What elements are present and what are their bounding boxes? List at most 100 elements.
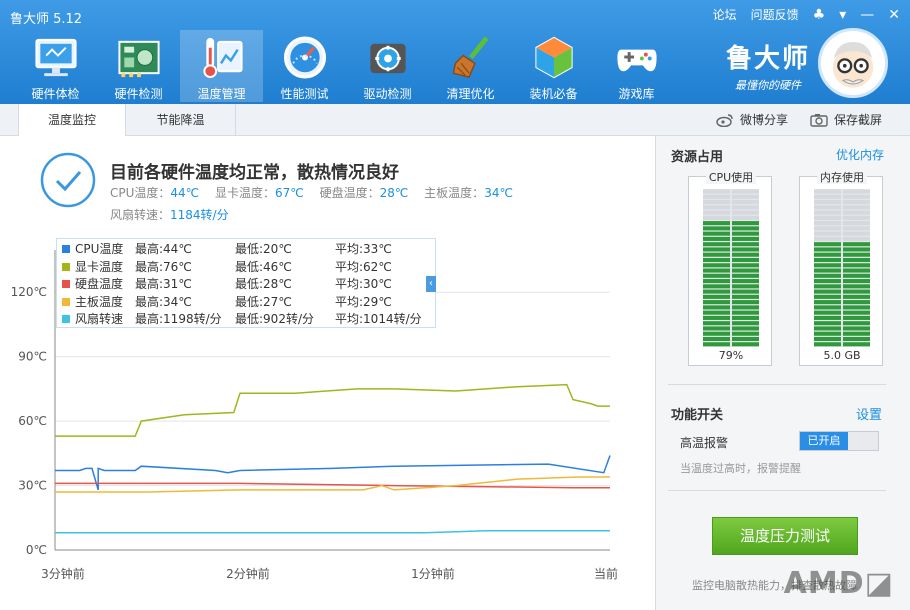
temp-monitor-panel: 目前各硬件温度均正常，散热情况良好 CPU温度：44℃ 显卡温度：67℃ 硬盘温… [0,136,655,610]
meter-segment [814,268,841,273]
legend-collapse-button[interactable]: ‹ [426,276,436,292]
forum-link[interactable]: 论坛 [713,6,737,23]
meter-segment [732,257,759,263]
close-icon[interactable]: ✕ [888,7,900,23]
meter-segment [703,226,730,231]
meter-segment [732,284,759,289]
functions-settings-link[interactable]: 设置 [856,404,882,423]
toolbar-label: 清理优化 [446,87,495,101]
toolbar-hw-check[interactable]: 硬件体检 [14,30,97,102]
toolbar-temp-manage[interactable]: 温度管理 [180,30,263,102]
toolbar-hw-detect[interactable]: 硬件检测 [97,30,180,102]
toolbar-label: 游戏库 [618,87,655,101]
legend-avg: 平均:62℃ [335,259,392,274]
meter-segment [843,305,870,310]
meter-segment [703,336,730,342]
meter-segment [703,221,730,226]
camera-icon [810,114,828,127]
meter-segment [814,279,841,284]
alarm-state-label: 已开启 [800,432,848,450]
menu-dropdown-icon[interactable]: ▾ [839,7,846,23]
high-temp-alarm-toggle[interactable]: 已开启 [799,431,879,451]
legend-swatch [62,245,70,253]
feedback-link[interactable]: 问题反馈 [751,6,799,23]
tab-energy-cooling[interactable]: 节能降温 [126,104,236,136]
y-tick-label: 60℃ [18,414,47,428]
cpu-usage-label: CPU使用 [705,171,757,184]
minimize-icon[interactable]: — [860,7,874,23]
circuit-board-icon [117,40,160,78]
meter-segment [732,326,759,331]
meter-segment [703,342,730,347]
meter-segment [843,231,870,236]
meter-segment [703,205,730,210]
legend-avg: 平均:29℃ [335,294,392,309]
meter-segment [843,331,870,336]
divider [668,490,886,491]
meter-segment [814,284,841,289]
tab-temp-monitor[interactable]: 温度监控 [18,104,126,137]
optimize-memory-link[interactable]: 优化内存 [836,146,884,163]
meter-segment [732,321,759,326]
meter-segment [703,257,730,263]
meter-segment [732,342,759,347]
meter-segment [703,200,730,205]
amd-logo: AMD◪ [783,566,894,601]
toolbar-label: 性能测试 [280,87,329,101]
meter-segment [732,247,759,252]
meter-segment [732,263,759,268]
meter-segment [843,310,870,315]
disk-temp-value: 28℃ [379,186,409,200]
toolbar-install-essentials[interactable]: 装机必备 [512,30,595,102]
legend-max: 最高:44℃ [135,242,192,256]
legend-swatch [62,280,70,288]
weibo-share-label: 微博分享 [740,113,789,127]
fan-speed-value: 1184转/分 [170,208,229,222]
toolbar-label: 装机必备 [529,87,578,101]
board-temp-value: 34℃ [484,186,513,200]
legend-min: 最低:20℃ [235,242,292,256]
app-title: 鲁大师 5.12 [10,12,83,27]
meter-segment [843,284,870,289]
save-screenshot-button[interactable]: 保存截屏 [810,104,882,136]
meter-segment [732,252,759,257]
toolbar-perf-test[interactable]: 性能测试 [263,30,346,102]
toolbar-clean-optimize[interactable]: 清理优化 [429,30,512,102]
temp-stress-test-button[interactable]: 温度压力测试 [712,517,858,555]
weibo-share-button[interactable]: 微博分享 [716,104,788,136]
meter-segment [703,273,730,278]
weibo-icon [716,114,733,127]
meter-segment [843,252,870,257]
legend-min: 最低:28℃ [235,277,292,291]
check-circle-icon [40,152,96,208]
meter-segment [843,205,870,210]
meter-segment [703,310,730,315]
thermometer-icon [202,37,243,79]
meter-segment [843,321,870,326]
meter-segment [814,247,841,252]
meter-segment [814,252,841,257]
y-tick-label: 120℃ [11,285,47,299]
legend-swatch [62,297,70,306]
series-line [55,529,610,534]
meter-segment [703,236,730,241]
board-temp-label: 主板温度： [424,186,485,200]
meter-segment [843,221,870,226]
x-tick-label: 1分钟前 [411,566,455,581]
mascot-avatar[interactable] [818,28,888,98]
legend-max: 最高:31℃ [135,277,192,291]
meter-segment [703,300,730,305]
meter-segment [843,279,870,284]
divider [668,384,886,385]
meter-segment [843,242,870,247]
main-toolbar: 硬件体检 硬件检测 温度管理 性能测试 驱动检测 清理优化 装机必备 游戏库 [14,30,678,102]
skin-icon[interactable]: ♣ [813,7,826,23]
resources-title: 资源占用 [671,150,724,165]
toolbar-label: 硬件检测 [114,87,163,101]
toolbar-driver-check[interactable]: 驱动检测 [346,30,429,102]
legend-max: 最高:1198转/分 [135,312,222,326]
meter-segment [843,294,870,299]
meter-segment [814,321,841,326]
memory-usage-value: 5.0 GB [823,349,861,362]
toolbar-game-library[interactable]: 游戏库 [595,30,678,102]
